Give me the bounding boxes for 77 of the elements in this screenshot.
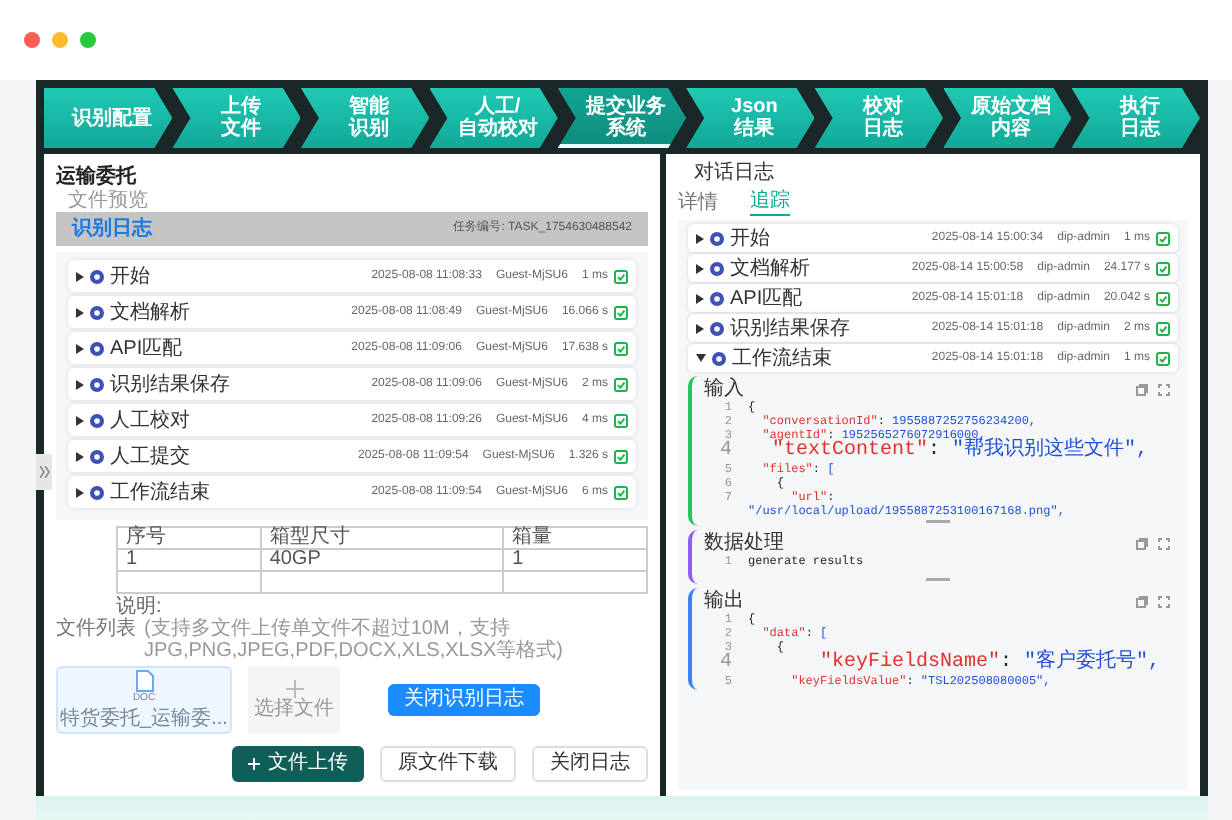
maximize-dot-icon[interactable] (80, 32, 96, 48)
success-check-icon (614, 341, 628, 355)
panel-title: 运输委托 (56, 162, 138, 189)
success-check-icon (614, 485, 628, 499)
success-check-icon (614, 449, 628, 463)
code-line: 4 "keyFieldsName": "客户委托号", (704, 654, 1170, 674)
table-cell: 40GP (260, 549, 504, 571)
file-list-title: 文件列表 (56, 618, 136, 644)
node-icon (710, 321, 724, 335)
node-icon (90, 449, 104, 463)
success-check-icon (614, 413, 628, 427)
success-check-icon (614, 305, 628, 319)
line-number: 4 (717, 442, 732, 462)
resize-handle-icon[interactable] (925, 578, 949, 582)
step-name: 文档解析 (730, 255, 810, 283)
step-name: 开始 (110, 263, 150, 291)
success-check-icon (1156, 261, 1170, 275)
success-check-icon (614, 269, 628, 283)
node-icon (90, 341, 104, 355)
step-name: API匹配 (730, 285, 803, 313)
section-title: 数据处理 (704, 532, 784, 554)
step-name: 人工提交 (110, 443, 190, 471)
resize-handle-icon[interactable] (925, 520, 949, 524)
step-name: 识别结果保存 (730, 315, 850, 343)
preview-label: 文件预览 (68, 192, 150, 212)
file-name: 特货委托_运输委... (60, 707, 228, 730)
node-icon (90, 485, 104, 499)
step-name: 工作流结束 (110, 479, 210, 507)
step-name: 工作流结束 (732, 345, 832, 373)
close-dot-icon[interactable] (24, 32, 40, 48)
success-check-icon (1156, 351, 1170, 365)
double-chevron-icon (39, 466, 49, 478)
minimize-dot-icon[interactable] (52, 32, 68, 48)
note-label: 说明: (116, 596, 162, 618)
copy-icon[interactable] (1136, 595, 1148, 607)
node-icon (712, 351, 726, 365)
table-header: 箱量 (503, 527, 647, 549)
line-number: 4 (717, 654, 732, 674)
panel-title: 对话日志 (694, 162, 776, 186)
plus-icon (248, 758, 260, 770)
sidebar-toggle[interactable] (36, 454, 52, 490)
copy-icon[interactable] (1136, 383, 1148, 395)
document-icon (135, 670, 153, 693)
section-title: 输入 (704, 378, 744, 400)
table-cell: 1 (117, 549, 261, 571)
action-button[interactable]: 原文件下载 (380, 746, 516, 782)
table-cell: 1 (503, 549, 647, 571)
upload-button[interactable]: 文件上传 (232, 746, 364, 782)
copy-icon[interactable] (1136, 537, 1148, 549)
fullscreen-icon[interactable] (1158, 537, 1170, 549)
action-button[interactable]: 关闭日志 (532, 746, 648, 782)
node-icon (90, 305, 104, 319)
step-tab[interactable]: 提交业务 系统 (557, 88, 687, 148)
table-header: 序号 (117, 527, 261, 549)
fullscreen-icon[interactable] (1158, 383, 1170, 395)
node-icon (710, 231, 724, 245)
success-check-icon (1156, 231, 1170, 245)
success-check-icon (614, 377, 628, 391)
file-list-hint: (支持多文件上传单文件不超过10M，支持JPG,PNG,JPEG,PDF,DOCX,XLS,XLSX等格式) (144, 618, 565, 662)
step-name: API匹配 (110, 335, 183, 363)
step-name: 文档解析 (110, 299, 190, 327)
node-icon (90, 413, 104, 427)
plus-icon (285, 680, 303, 698)
table-header: 箱型尺寸 (260, 527, 504, 549)
tab[interactable]: 详情 (678, 190, 718, 216)
step-name: 识别结果保存 (110, 371, 230, 399)
step-name: 人工校对 (110, 407, 190, 435)
node-icon (710, 261, 724, 275)
node-icon (90, 269, 104, 283)
success-check-icon (1156, 291, 1170, 305)
code-line: 4 "textContent": "帮我识别这些文件", (704, 442, 1170, 462)
fullscreen-icon[interactable] (1158, 595, 1170, 607)
node-icon (90, 377, 104, 391)
success-check-icon (1156, 321, 1170, 335)
section-title: 输出 (704, 590, 744, 612)
step-name: 开始 (730, 225, 770, 253)
node-icon (710, 291, 724, 305)
